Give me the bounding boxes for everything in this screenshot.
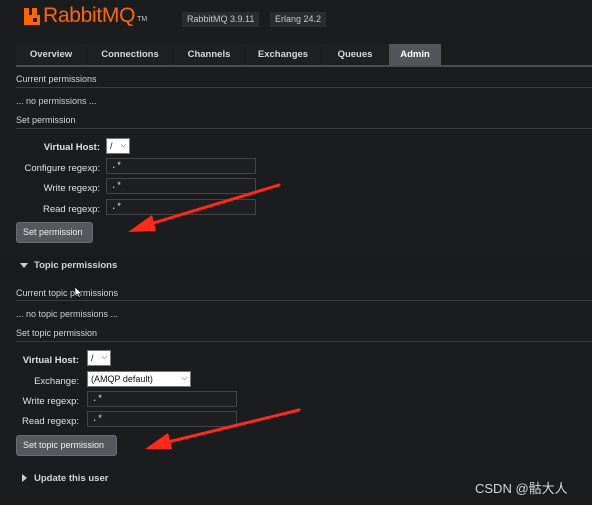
annotation-arrow-1 <box>128 183 281 232</box>
annotation-arrow-2 <box>145 408 301 449</box>
csdn-watermark: CSDN @骷大人 <box>475 481 568 496</box>
annotation-arrows <box>128 183 301 449</box>
